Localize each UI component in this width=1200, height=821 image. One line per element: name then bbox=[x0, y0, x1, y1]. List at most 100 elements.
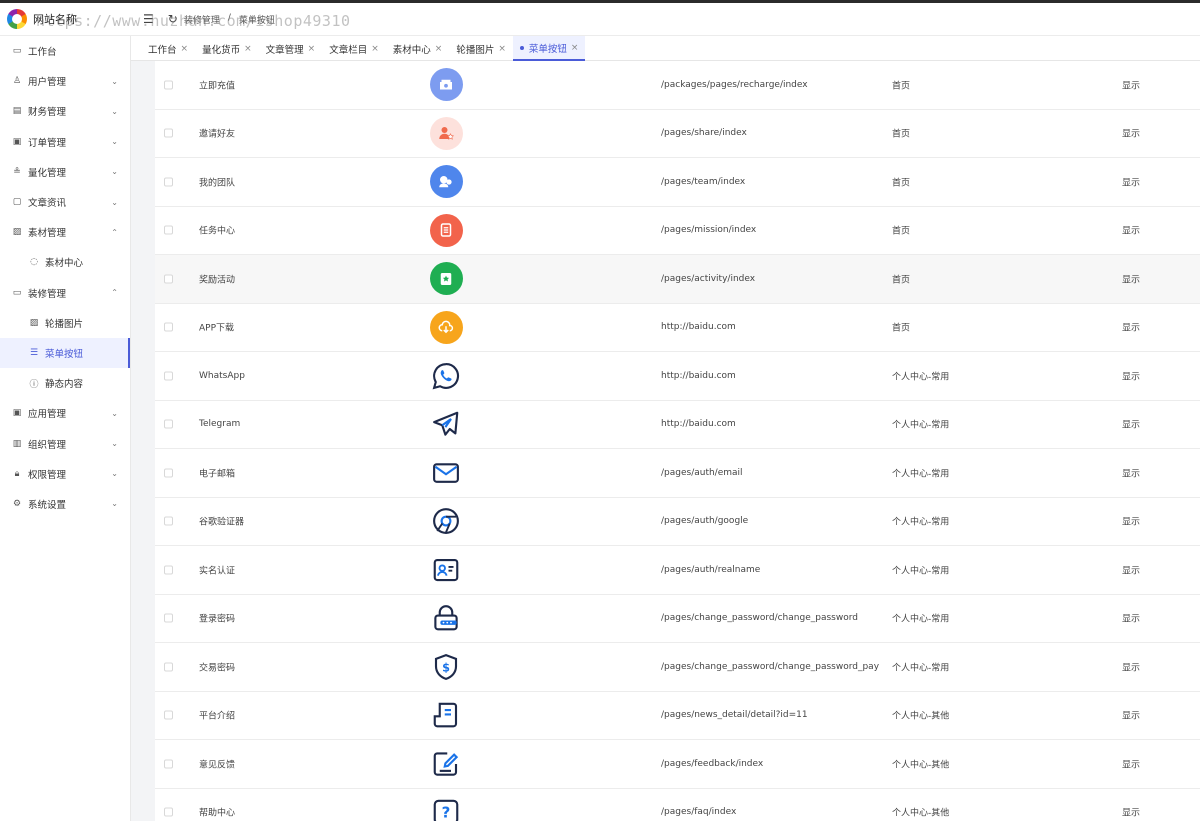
row-checkbox[interactable] bbox=[164, 419, 173, 429]
row-path: /pages/faq/index bbox=[661, 807, 737, 818]
close-icon[interactable]: × bbox=[371, 44, 379, 54]
sidebar-item-menu-buttons[interactable]: ☰ 菜单按钮 bbox=[0, 337, 130, 369]
sidebar-item-settings[interactable]: ⚙ 系统设置 ⌄ bbox=[0, 489, 130, 519]
tab-article-management[interactable]: 文章管理 × bbox=[259, 36, 323, 61]
sidebar-item-label: 工作台 bbox=[28, 47, 57, 59]
sidebar-item-permissions[interactable]: 🔒︎ 权限管理 ⌄ bbox=[0, 459, 130, 489]
sidebar-item-dashboard[interactable]: ▭ 工作台 bbox=[0, 36, 130, 66]
tab-carousel[interactable]: 轮播图片 × bbox=[449, 36, 513, 61]
chevron-down-icon: ⌄ bbox=[111, 499, 118, 509]
id-card-icon bbox=[429, 553, 463, 587]
gear-icon: ⚙ bbox=[12, 498, 22, 509]
row-state: 显示 bbox=[1122, 663, 1141, 674]
row-state: 显示 bbox=[1122, 711, 1141, 722]
chevron-down-icon: ⌄ bbox=[111, 167, 118, 177]
table-row: 帮助中心 ? /pages/faq/index 个人中心-其他 显示 bbox=[155, 789, 1200, 821]
row-path: http://baidu.com bbox=[661, 370, 736, 381]
tab-dashboard[interactable]: 工作台 × bbox=[141, 36, 195, 61]
row-checkbox[interactable] bbox=[164, 613, 173, 623]
row-checkbox[interactable] bbox=[164, 128, 173, 138]
sidebar-item-orders[interactable]: ▣ 订单管理 ⌄ bbox=[0, 127, 130, 157]
sidebar-item-quant[interactable]: ≗ 量化管理 ⌄ bbox=[0, 157, 130, 187]
table-row: 奖励活动 /pages/activity/index 首页 显示 bbox=[155, 255, 1200, 304]
row-state: 显示 bbox=[1122, 469, 1141, 480]
email-icon bbox=[429, 456, 463, 490]
close-icon[interactable]: × bbox=[498, 44, 506, 54]
row-name: 交易密码 bbox=[199, 663, 236, 674]
row-checkbox[interactable] bbox=[164, 759, 173, 769]
close-icon[interactable]: × bbox=[308, 44, 316, 54]
info-icon: ⓘ bbox=[29, 379, 39, 390]
row-checkbox[interactable] bbox=[164, 371, 173, 381]
table-row: Telegram http://baidu.com 个人中心-常用 显示 bbox=[155, 401, 1200, 449]
list-icon: ☰ bbox=[29, 347, 39, 358]
row-checkbox[interactable] bbox=[164, 274, 173, 284]
close-icon[interactable]: × bbox=[181, 44, 189, 54]
close-icon[interactable]: × bbox=[571, 43, 579, 53]
sidebar-item-static-content[interactable]: ⓘ 静态内容 bbox=[0, 368, 130, 398]
row-state: 显示 bbox=[1122, 760, 1141, 771]
building-icon: ▥ bbox=[12, 438, 22, 449]
row-state: 显示 bbox=[1122, 323, 1141, 334]
sidebar-item-carousel[interactable]: ▨ 轮播图片 bbox=[0, 308, 130, 338]
breadcrumb-item[interactable]: 装修管理 bbox=[184, 13, 220, 26]
tab-bar: 工作台 × 量化货币 × 文章管理 × 文章栏目 × 素材中心 × 轮播图片 × 菜单按钮 × bbox=[131, 36, 1200, 61]
row-checkbox[interactable] bbox=[164, 80, 173, 90]
chevron-down-icon: ⌄ bbox=[111, 76, 118, 86]
sidebar-item-finance[interactable]: ▤ 财务管理 ⌄ bbox=[0, 96, 130, 126]
svg-text:$: $ bbox=[442, 661, 450, 674]
sidebar-item-label: 素材中心 bbox=[45, 258, 84, 270]
lock-icon: 🔒︎ bbox=[14, 468, 20, 479]
sidebar-item-articles[interactable]: ▢ 文章资讯 ⌄ bbox=[0, 187, 130, 217]
row-state: 显示 bbox=[1122, 566, 1141, 577]
row-position: 首页 bbox=[892, 129, 911, 140]
row-name: 登录密码 bbox=[199, 614, 236, 625]
sidebar: ▭ 工作台 ♙ 用户管理 ⌄ ▤ 财务管理 ⌄ ▣ 订单管理 ⌄ ≗ 量化管理 ⌄ ▢ 文章资讯 ⌄ … bbox=[0, 36, 131, 821]
row-path: /pages/team/index bbox=[661, 176, 746, 187]
download-icon bbox=[429, 310, 463, 344]
row-checkbox[interactable] bbox=[164, 807, 173, 817]
row-checkbox[interactable] bbox=[164, 516, 173, 526]
refresh-icon[interactable]: ↻ bbox=[168, 12, 178, 26]
sidebar-item-label: 系统设置 bbox=[28, 499, 67, 511]
sidebar-item-materials[interactable]: ▨ 素材管理 ⌃ bbox=[0, 217, 130, 247]
sidebar-item-label: 权限管理 bbox=[28, 469, 67, 481]
row-checkbox[interactable] bbox=[164, 468, 173, 478]
chevron-up-icon: ⌃ bbox=[111, 288, 118, 298]
brand[interactable]: 网站名称 bbox=[0, 3, 131, 36]
sidebar-item-decoration[interactable]: ▭ 装修管理 ⌃ bbox=[0, 278, 130, 308]
sidebar-item-material-center[interactable]: ◌ 素材中心 bbox=[0, 247, 130, 277]
sidebar-item-label: 应用管理 bbox=[28, 409, 67, 421]
row-position: 个人中心-常用 bbox=[892, 420, 950, 431]
table-row: 交易密码 $ /pages/change_password/change_pas… bbox=[155, 643, 1200, 692]
tab-material-center[interactable]: 素材中心 × bbox=[386, 36, 450, 61]
row-checkbox[interactable] bbox=[164, 322, 173, 332]
tab-menu-buttons[interactable]: 菜单按钮 × bbox=[512, 36, 586, 61]
tab-quant-currency[interactable]: 量化货币 × bbox=[195, 36, 259, 61]
close-icon[interactable]: × bbox=[435, 44, 443, 54]
chart-icon: ▤ bbox=[12, 106, 22, 117]
row-path: /pages/mission/index bbox=[661, 225, 757, 236]
row-checkbox[interactable] bbox=[164, 710, 173, 720]
menu-table: 立即充值 /packages/pages/recharge/index 首页 显… bbox=[155, 61, 1200, 821]
chevron-down-icon: ⌄ bbox=[111, 197, 118, 207]
close-icon[interactable]: × bbox=[244, 44, 252, 54]
sidebar-item-users[interactable]: ♙ 用户管理 ⌄ bbox=[0, 66, 130, 96]
row-checkbox[interactable] bbox=[164, 565, 173, 575]
feedback-icon bbox=[429, 747, 463, 781]
row-checkbox[interactable] bbox=[164, 662, 173, 672]
sidebar-item-organization[interactable]: ▥ 组织管理 ⌄ bbox=[0, 428, 130, 458]
sidebar-item-apps[interactable]: ▣ 应用管理 ⌄ bbox=[0, 398, 130, 428]
table-row: 平台介绍 /pages/news_detail/detail?id=11 个人中… bbox=[155, 692, 1200, 740]
menu-toggle-icon[interactable]: ☰ bbox=[143, 12, 154, 26]
quant-icon: ≗ bbox=[13, 166, 21, 177]
row-checkbox[interactable] bbox=[164, 177, 173, 187]
breadcrumb: 装修管理 / 菜单按钮 bbox=[184, 13, 275, 26]
tab-article-column[interactable]: 文章栏目 × bbox=[322, 36, 386, 61]
document-icon bbox=[429, 698, 463, 732]
sidebar-item-label: 用户管理 bbox=[28, 77, 67, 89]
table-row: 谷歌验证器 /pages/auth/google 个人中心-常用 显示 bbox=[155, 498, 1200, 546]
row-name: 帮助中心 bbox=[199, 808, 236, 819]
row-checkbox[interactable] bbox=[164, 225, 173, 235]
top-bar: 网站名称 ☰ ↻ 装修管理 / 菜单按钮 https://www.huzhan.… bbox=[0, 0, 1200, 36]
